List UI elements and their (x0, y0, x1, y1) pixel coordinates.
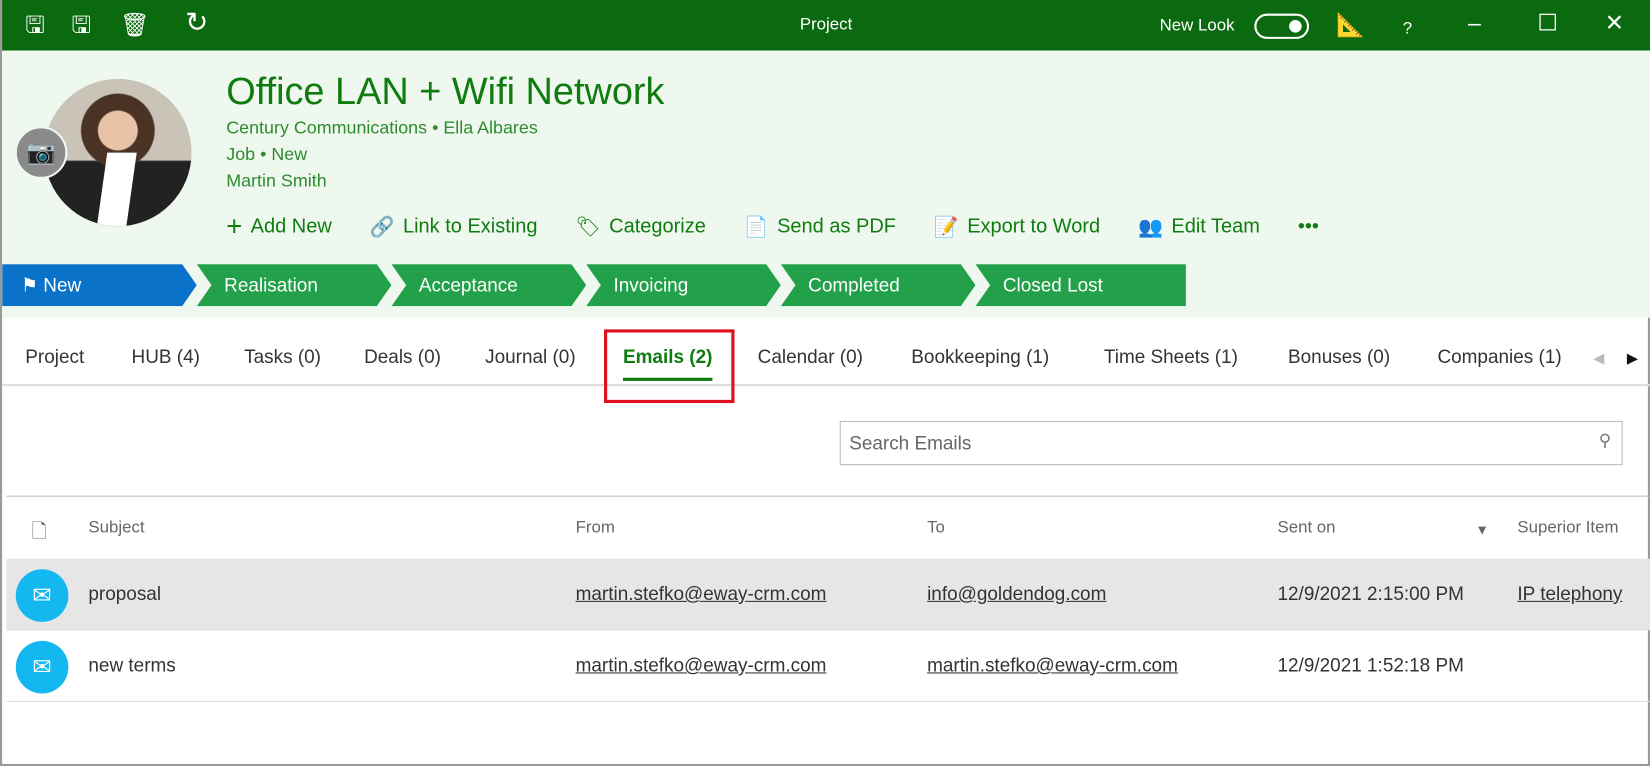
superior-item-link[interactable]: IP telephony (1517, 583, 1622, 605)
tab-bar: Project HUB (4) Tasks (0) Deals (0) Jour… (2, 318, 1650, 387)
flag-icon: ⚑ (21, 274, 39, 296)
scroll-right-icon[interactable]: ▶ (1627, 349, 1638, 367)
label: Add New (250, 215, 332, 238)
more-button[interactable]: ••• (1298, 210, 1319, 243)
column-sent-on[interactable]: Sent on (1277, 519, 1335, 538)
from-link[interactable]: martin.stefko@eway-crm.com (576, 583, 827, 605)
stage-invoicing[interactable]: Invoicing (586, 264, 781, 306)
table-row[interactable]: ✉ proposal martin.stefko@eway-crm.com in… (6, 558, 1650, 631)
divider (6, 495, 1650, 497)
tag-icon: 🏷 (575, 216, 601, 239)
column-to[interactable]: To (927, 519, 945, 538)
help-icon[interactable]: ? (1403, 17, 1412, 42)
stage-bar: ⚑ New Realisation Acceptance Invoicing C… (2, 264, 1186, 307)
column-superior-item[interactable]: Superior Item (1517, 519, 1618, 538)
tab-hub[interactable]: HUB (4) (132, 346, 200, 368)
subject: new terms (88, 654, 176, 676)
tab-bookkeeping[interactable]: Bookkeeping (1) (911, 346, 1049, 368)
to-link[interactable]: info@goldendog.com (927, 583, 1106, 605)
to-link[interactable]: martin.stefko@eway-crm.com (927, 655, 1178, 677)
send-as-pdf-button[interactable]: 📄 Send as PDF (744, 210, 896, 243)
tab-bonuses[interactable]: Bonuses (0) (1288, 346, 1390, 368)
tab-project[interactable]: Project (25, 346, 84, 368)
column-subject[interactable]: Subject (88, 519, 144, 538)
tab-time-sheets[interactable]: Time Sheets (1) (1104, 346, 1238, 368)
categorize-button[interactable]: 🏷 Categorize (575, 210, 706, 243)
new-look-label: New Look (1159, 16, 1235, 35)
label: Send as PDF (777, 215, 896, 238)
search-placeholder: Search Emails (849, 432, 972, 454)
tab-tasks[interactable]: Tasks (0) (244, 346, 321, 368)
title-bar: 🖫 🖫 🗑 ↻ Project New Look 📐 ? – ☐ ✕ (2, 0, 1650, 51)
separator: • (432, 117, 439, 138)
new-look-toggle[interactable] (1254, 13, 1310, 39)
tab-companies[interactable]: Companies (1) (1437, 346, 1561, 368)
page-title: Office LAN + Wifi Network (226, 69, 665, 113)
add-new-button[interactable]: + Add New (226, 210, 332, 243)
stage-completed[interactable]: Completed (781, 264, 976, 306)
label: Export to Word (967, 215, 1101, 238)
action-bar: + Add New 🔗 Link to Existing 🏷 Categorize 📄… (226, 210, 1319, 243)
project-window: 🖫 🖫 🗑 ↻ Project New Look 📐 ? – ☐ ✕ 📷 Off… (0, 0, 1650, 766)
camera-icon[interactable]: 📷 (14, 126, 68, 179)
link-icon: 🔗 (369, 216, 395, 239)
company-contact: Century Communications • Ella Albares (226, 118, 538, 139)
email-icon: ✉ (15, 569, 69, 622)
sent-on: 12/9/2021 2:15:00 PM (1277, 582, 1464, 605)
tab-calendar[interactable]: Calendar (0) (758, 346, 863, 368)
owner[interactable]: Martin Smith (226, 170, 326, 191)
subject: proposal (88, 582, 162, 605)
attachment-column-icon: 🗋 (31, 520, 47, 542)
link-to-existing-button[interactable]: 🔗 Link to Existing (370, 210, 538, 243)
email-icon: ✉ (15, 640, 69, 694)
search-input[interactable]: Search Emails ⚲ (839, 420, 1623, 466)
ruler-icon[interactable]: 📐 (1336, 12, 1365, 38)
stage-closed-lost[interactable]: Closed Lost (975, 264, 1186, 307)
word-icon: 📝 (933, 216, 959, 239)
plus-icon: + (226, 210, 243, 243)
more-icon: ••• (1297, 215, 1319, 238)
close-icon[interactable]: ✕ (1605, 10, 1624, 36)
table-row[interactable]: ✉ new terms martin.stefko@eway-crm.com m… (6, 630, 1650, 702)
minimize-icon[interactable]: – (1468, 10, 1481, 36)
stage-acceptance[interactable]: Acceptance (391, 264, 586, 306)
search-icon[interactable]: ⚲ (1599, 430, 1611, 451)
contact-link[interactable]: Ella Albares (443, 118, 537, 138)
separator: • (260, 144, 267, 165)
stage-realisation[interactable]: Realisation (197, 264, 392, 306)
record-type: Job (226, 144, 256, 165)
label: Categorize (609, 215, 706, 238)
label: Link to Existing (402, 215, 538, 238)
maximize-icon[interactable]: ☐ (1537, 10, 1558, 36)
stage-new[interactable]: ⚑ New (2, 264, 197, 306)
export-to-word-button[interactable]: 📝 Export to Word (934, 210, 1100, 243)
label: Edit Team (1171, 215, 1260, 238)
pdf-icon: 📄 (743, 216, 769, 239)
edit-team-button[interactable]: 👥 Edit Team (1138, 210, 1260, 243)
column-from[interactable]: From (576, 519, 615, 538)
type-status: Job • New (226, 144, 307, 165)
tab-journal[interactable]: Journal (0) (485, 346, 576, 368)
sort-desc-icon[interactable]: ▼ (1475, 522, 1489, 538)
stage-label: New (43, 274, 82, 296)
team-icon: 👥 (1138, 216, 1163, 239)
record-status: New (271, 144, 308, 165)
from-link[interactable]: martin.stefko@eway-crm.com (576, 655, 827, 677)
company-link[interactable]: Century Communications (226, 118, 427, 138)
scroll-left-icon[interactable]: ◀ (1593, 349, 1604, 367)
highlight-box (604, 329, 735, 404)
tab-deals[interactable]: Deals (0) (364, 346, 441, 368)
sent-on: 12/9/2021 1:52:18 PM (1277, 654, 1464, 676)
